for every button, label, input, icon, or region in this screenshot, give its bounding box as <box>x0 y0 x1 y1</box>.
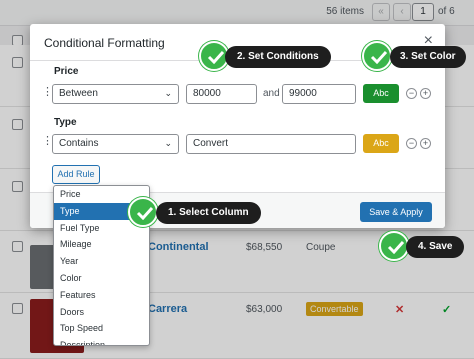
chevron-down-icon: ⌄ <box>164 88 172 98</box>
step-4-callout: 4. Save <box>406 236 465 258</box>
price-to-input[interactable]: 99000 <box>282 84 356 104</box>
check-icon <box>128 197 158 227</box>
save-apply-button[interactable]: Save & Apply <box>360 202 432 222</box>
type-value-input[interactable]: Convert <box>186 134 356 154</box>
step-1-callout: 1. Select Column <box>156 202 261 224</box>
price-operator-select[interactable]: Between ⌄ <box>52 84 179 104</box>
type-color-button[interactable]: Abc <box>363 134 399 153</box>
remove-rule-icon[interactable]: − <box>406 88 417 99</box>
type-operator-select[interactable]: Contains ⌄ <box>52 134 179 154</box>
dropdown-option[interactable]: Mileage <box>54 236 149 253</box>
dropdown-option[interactable]: Description <box>54 337 149 345</box>
add-condition-icon[interactable]: + <box>420 138 431 149</box>
remove-rule-icon[interactable]: − <box>406 138 417 149</box>
price-rule-label: Price <box>54 66 79 77</box>
step-2-callout: 2. Set Conditions <box>225 46 331 68</box>
and-label: and <box>263 88 280 99</box>
dropdown-option[interactable]: Color <box>54 270 149 287</box>
price-color-button[interactable]: Abc <box>363 84 399 103</box>
type-rule-label: Type <box>54 117 77 128</box>
modal-title: Conditional Formatting <box>44 36 165 50</box>
add-condition-icon[interactable]: + <box>420 88 431 99</box>
dropdown-option[interactable]: Year <box>54 253 149 270</box>
dropdown-option[interactable]: Features <box>54 287 149 304</box>
dropdown-option[interactable]: Top Speed <box>54 320 149 337</box>
add-rule-button[interactable]: Add Rule <box>52 165 100 184</box>
check-icon <box>362 41 392 71</box>
dropdown-option[interactable]: Doors <box>54 304 149 321</box>
step-3-callout: 3. Set Color <box>390 46 466 68</box>
chevron-down-icon: ⌄ <box>164 138 172 148</box>
price-from-input[interactable]: 80000 <box>186 84 257 104</box>
check-icon <box>379 231 409 261</box>
